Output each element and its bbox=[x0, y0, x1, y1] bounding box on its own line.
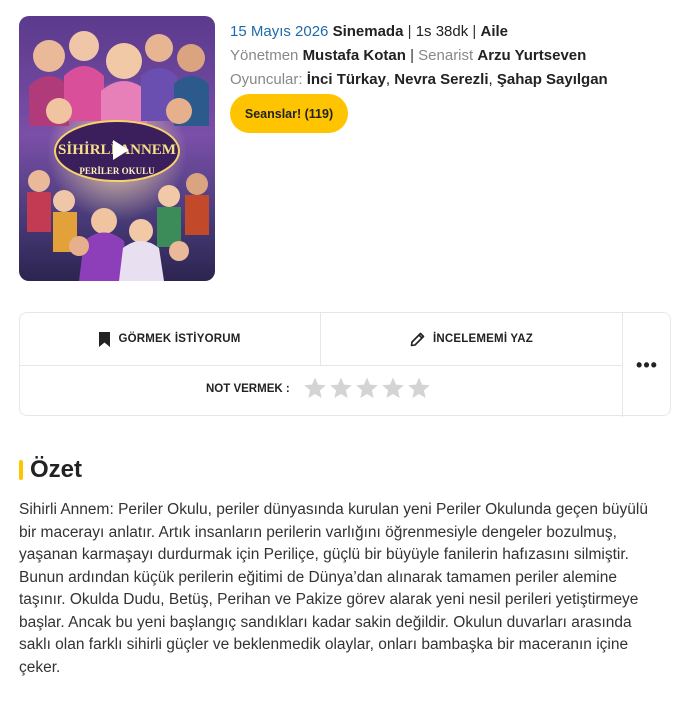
director-label: Yönetmen bbox=[230, 47, 299, 64]
separator: | bbox=[472, 23, 477, 40]
cast-label: Oyuncular: bbox=[230, 71, 303, 88]
star-icon[interactable] bbox=[355, 376, 379, 400]
release-date: 15 Mayıs 2026 bbox=[230, 23, 329, 40]
comma: , bbox=[385, 71, 391, 88]
cast-link[interactable]: Şahap Sayılgan bbox=[497, 71, 608, 88]
write-review-button[interactable]: İNCELEMEMİ YAZ bbox=[321, 313, 623, 365]
separator: | bbox=[407, 23, 412, 40]
divider bbox=[20, 365, 622, 366]
comma: , bbox=[488, 71, 493, 88]
summary-text: Sihirli Annem: Periler Okulu, periler dü… bbox=[19, 501, 648, 676]
cast-link[interactable]: İnci Türkay bbox=[307, 71, 386, 88]
star-icon[interactable] bbox=[407, 376, 431, 400]
writer-link[interactable]: Arzu Yurtseven bbox=[477, 47, 586, 64]
watchlist-label: GÖRMEK İSTİYORUM bbox=[118, 333, 241, 345]
heading-accent-bar bbox=[19, 460, 23, 480]
showtimes-button[interactable]: Seanslar! (119) bbox=[230, 94, 348, 133]
crew-row: Yönetmen Mustafa Kotan | Senarist Arzu Y… bbox=[230, 44, 608, 68]
genre-link[interactable]: Aile bbox=[481, 23, 509, 40]
play-icon[interactable] bbox=[104, 135, 134, 165]
release-row: 15 Mayıs 2026 Sinemada | 1s 38dk | Aile bbox=[230, 20, 608, 44]
more-options-button[interactable]: ••• bbox=[623, 313, 671, 417]
writer-label: Senarist bbox=[418, 47, 474, 64]
action-card: GÖRMEK İSTİYORUM İNCELEMEMİ YAZ ••• NOT … bbox=[19, 312, 671, 417]
poster-subtitle: PERİLER OKULU bbox=[79, 166, 155, 176]
watchlist-button[interactable]: GÖRMEK İSTİYORUM bbox=[20, 313, 321, 365]
star-rating[interactable] bbox=[303, 376, 433, 400]
duration: 1s 38dk bbox=[415, 23, 469, 40]
bookmark-icon bbox=[99, 331, 111, 347]
cast-link[interactable]: Nevra Serezli bbox=[394, 71, 488, 88]
director-link[interactable]: Mustafa Kotan bbox=[303, 47, 406, 64]
pencil-icon bbox=[410, 332, 425, 346]
summary-title: Özet bbox=[30, 456, 83, 483]
movie-info: 15 Mayıs 2026 Sinemada | 1s 38dk | Aile … bbox=[230, 20, 608, 92]
star-icon[interactable] bbox=[381, 376, 405, 400]
review-label: İNCELEMEMİ YAZ bbox=[433, 333, 533, 345]
more-icon: ••• bbox=[636, 354, 658, 375]
separator: | bbox=[410, 47, 414, 64]
release-status[interactable]: Sinemada bbox=[333, 23, 404, 40]
cast-row: Oyuncular: İnci Türkay, Nevra Serezli, Ş… bbox=[230, 68, 608, 92]
summary-heading: Özet bbox=[19, 456, 82, 484]
rating-label: NOT VERMEK : bbox=[206, 383, 290, 395]
star-icon[interactable] bbox=[303, 376, 327, 400]
star-icon[interactable] bbox=[329, 376, 353, 400]
movie-poster[interactable]: SİHİRLİ ANNEM PERİLER OKULU bbox=[19, 16, 215, 281]
